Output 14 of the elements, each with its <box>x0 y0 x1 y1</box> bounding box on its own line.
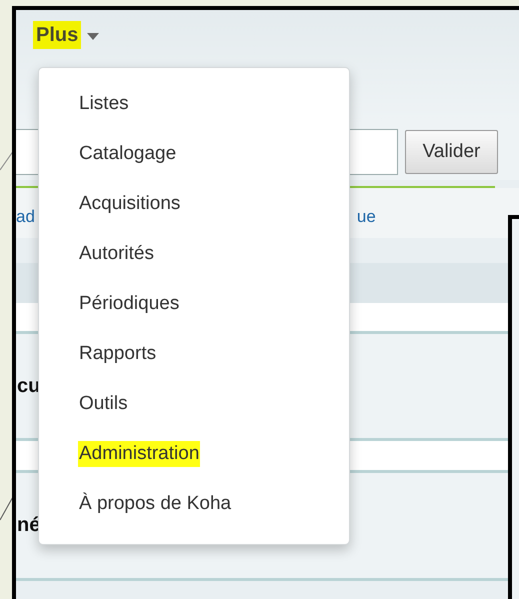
menu-item[interactable]: Périodiques <box>78 291 180 317</box>
menu-item[interactable]: À propos de Koha <box>78 491 232 517</box>
menu-item[interactable]: Administration <box>78 441 200 467</box>
link[interactable]: ue <box>356 207 376 227</box>
caret-icon <box>87 33 100 40</box>
menu-button[interactable]: Plus <box>33 21 82 49</box>
menu-item[interactable]: Outils <box>78 391 129 417</box>
menu-item[interactable]: Autorités <box>78 241 155 267</box>
menu-item[interactable]: Listes <box>78 91 130 117</box>
submit-button[interactable]: Valider <box>405 130 498 174</box>
menu-item[interactable]: Rapports <box>78 341 158 367</box>
menu-item[interactable]: Catalogage <box>78 141 178 167</box>
menu-item[interactable]: Acquisitions <box>78 191 182 217</box>
link[interactable]: ad <box>16 207 35 227</box>
